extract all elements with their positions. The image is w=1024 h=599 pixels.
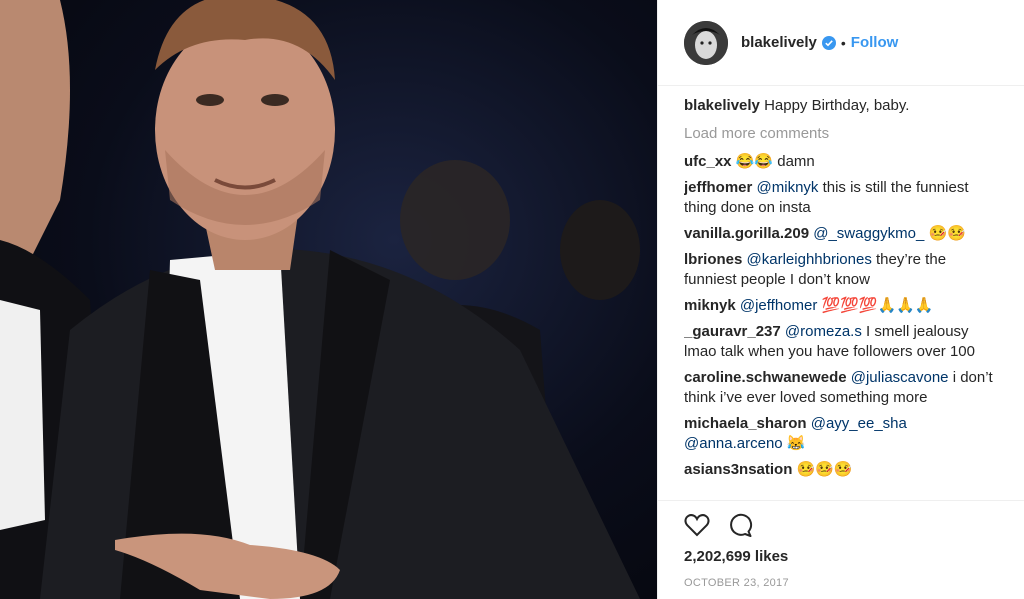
verified-badge-icon: [821, 35, 836, 50]
caption-username[interactable]: blakelively: [684, 97, 760, 114]
instagram-post: blakelively • Follow blakelively Happy B…: [0, 0, 1024, 599]
comment-row: lbriones @karleighhbriones they’re the f…: [684, 250, 1002, 290]
comment-mention-link[interactable]: @_swaggykmo_: [813, 225, 924, 242]
comment-row: _gauravr_237 @romeza.s I smell jealousy …: [684, 322, 1002, 362]
comment-icon[interactable]: [728, 513, 754, 537]
comment-username[interactable]: michaela_sharon: [684, 415, 807, 432]
comment-text: 😂😂 damn: [735, 153, 815, 170]
likes-count[interactable]: 2,202,699 likes: [684, 548, 788, 565]
action-icons: [684, 513, 754, 537]
comment-row: jeffhomer @miknyk this is still the funn…: [684, 178, 1002, 218]
username[interactable]: blakelively: [741, 34, 817, 51]
comment-row: miknyk @jeffhomer 💯💯💯🙏🙏🙏: [684, 296, 1002, 316]
comment-mention-link[interactable]: @karleighhbriones: [747, 251, 872, 268]
comment-username[interactable]: _gauravr_237: [684, 323, 781, 340]
comment-row: asians3nsation 🤒🤒🤒: [684, 460, 1002, 480]
comment-username[interactable]: caroline.schwanewede: [684, 369, 847, 386]
avatar[interactable]: [684, 20, 728, 65]
caption: blakelively Happy Birthday, baby.: [684, 96, 1002, 116]
comment-mention-link[interactable]: @ayy_ee_sha: [811, 415, 907, 432]
comment-username[interactable]: ufc_xx: [684, 153, 732, 170]
comment-mention-link[interactable]: @jeffhomer: [740, 297, 817, 314]
comment-container: ufc_xx 😂😂 damn jeffhomer @miknyk this is …: [684, 152, 1002, 480]
comment-username[interactable]: miknyk: [684, 297, 736, 314]
comment-row: michaela_sharon @ayy_ee_sha @anna.arceno…: [684, 414, 1002, 454]
post-actions: 2,202,699 likes OCTOBER 23, 2017: [658, 500, 1024, 589]
post-photo[interactable]: [0, 0, 657, 599]
post-header: blakelively • Follow: [658, 0, 1024, 86]
comment-username[interactable]: jeffhomer: [684, 179, 752, 196]
separator-dot: •: [840, 34, 846, 51]
comments-list[interactable]: blakelively Happy Birthday, baby. Load m…: [684, 96, 1002, 500]
comment-username[interactable]: lbriones: [684, 251, 742, 268]
comment-mention-link[interactable]: @romeza.s: [785, 323, 862, 340]
comment-username[interactable]: asians3nsation: [684, 461, 792, 478]
comment-mention-link[interactable]: @anna.arceno: [684, 435, 783, 452]
caption-text: Happy Birthday, baby.: [764, 97, 910, 114]
avatar-image: [684, 20, 728, 65]
comment-text: 💯💯💯🙏🙏🙏: [817, 297, 934, 314]
follow-button[interactable]: Follow: [851, 34, 899, 51]
comment-row: ufc_xx 😂😂 damn: [684, 152, 1002, 172]
load-more-comments-link[interactable]: Load more comments: [684, 124, 1002, 144]
post-date: OCTOBER 23, 2017: [684, 577, 789, 589]
comment-mention-link[interactable]: @juliascavone: [851, 369, 949, 386]
comment-username[interactable]: vanilla.gorilla.209: [684, 225, 809, 242]
comment-text: 😹: [782, 435, 806, 452]
post-sidebar: blakelively • Follow blakelively Happy B…: [657, 0, 1024, 599]
comment-text: 🤒🤒: [924, 225, 966, 242]
comment-mention-link[interactable]: @miknyk: [757, 179, 819, 196]
comment-row: caroline.schwanewede @juliascavone i don…: [684, 368, 1002, 408]
comment-text: 🤒🤒🤒: [796, 461, 853, 478]
comment-row: vanilla.gorilla.209 @_swaggykmo_ 🤒🤒: [684, 224, 1002, 244]
photo-illustration: [0, 0, 640, 599]
heart-icon[interactable]: [684, 513, 710, 537]
